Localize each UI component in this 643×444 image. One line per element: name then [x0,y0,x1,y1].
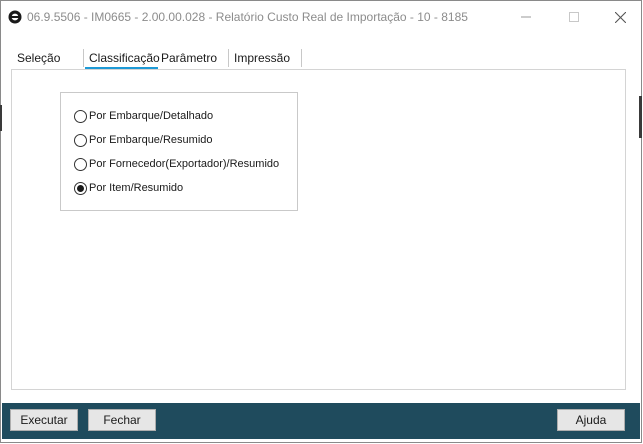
maximize-icon [569,12,579,22]
help-button[interactable]: Ajuda [557,409,625,431]
close-button[interactable] [597,1,643,33]
tab-divider [301,49,302,67]
tab-content-panel: Por Embarque/Detalhado Por Embarque/Resu… [11,69,626,390]
tab-classificacao[interactable]: Classificação [89,47,160,69]
minimize-button[interactable] [503,1,549,33]
radio-label: Por Embarque/Detalhado [89,110,214,122]
maximize-button[interactable] [551,1,597,33]
radio-option-fornecedor-resumido[interactable]: Por Fornecedor(Exportador)/Resumido [74,156,279,172]
radio-button-selected[interactable] [74,181,87,195]
close-dialog-button[interactable]: Fechar [88,409,156,431]
tab-bar: Seleção Classificação Parâmetro Impressã… [10,47,630,70]
execute-button[interactable]: Executar [10,409,78,431]
background-window-edge [639,96,642,138]
radio-button[interactable] [74,157,87,171]
radio-option-item-resumido[interactable]: Por Item/Resumido [74,180,183,196]
radio-option-embarque-detalhado[interactable]: Por Embarque/Detalhado [74,108,213,124]
radio-label: Por Item/Resumido [89,182,184,194]
radio-label: Por Embarque/Resumido [89,134,213,146]
minimize-icon [521,16,531,18]
app-logo-icon [8,10,22,24]
window-title: 06.9.5506 - IM0665 - 2.00.00.028 - Relat… [27,10,468,24]
radio-button[interactable] [74,109,87,123]
radio-option-embarque-resumido[interactable]: Por Embarque/Resumido [74,132,213,148]
tab-impressao[interactable]: Impressão [234,47,290,69]
app-window: 06.9.5506 - IM0665 - 2.00.00.028 - Relat… [0,0,642,443]
title-bar[interactable]: 06.9.5506 - IM0665 - 2.00.00.028 - Relat… [1,1,641,33]
tab-divider [83,49,84,67]
classification-radio-group: Por Embarque/Detalhado Por Embarque/Resu… [60,92,298,211]
tab-parametro[interactable]: Parâmetro [161,47,217,69]
radio-label: Por Fornecedor(Exportador)/Resumido [89,158,280,170]
footer-bar: Executar Fechar Ajuda [2,403,640,439]
tab-selecao[interactable]: Seleção [17,47,60,69]
close-icon [614,11,626,23]
tab-divider [228,49,229,67]
background-window-edge [0,105,2,131]
radio-button[interactable] [74,133,87,147]
radio-selected-dot [77,184,84,192]
